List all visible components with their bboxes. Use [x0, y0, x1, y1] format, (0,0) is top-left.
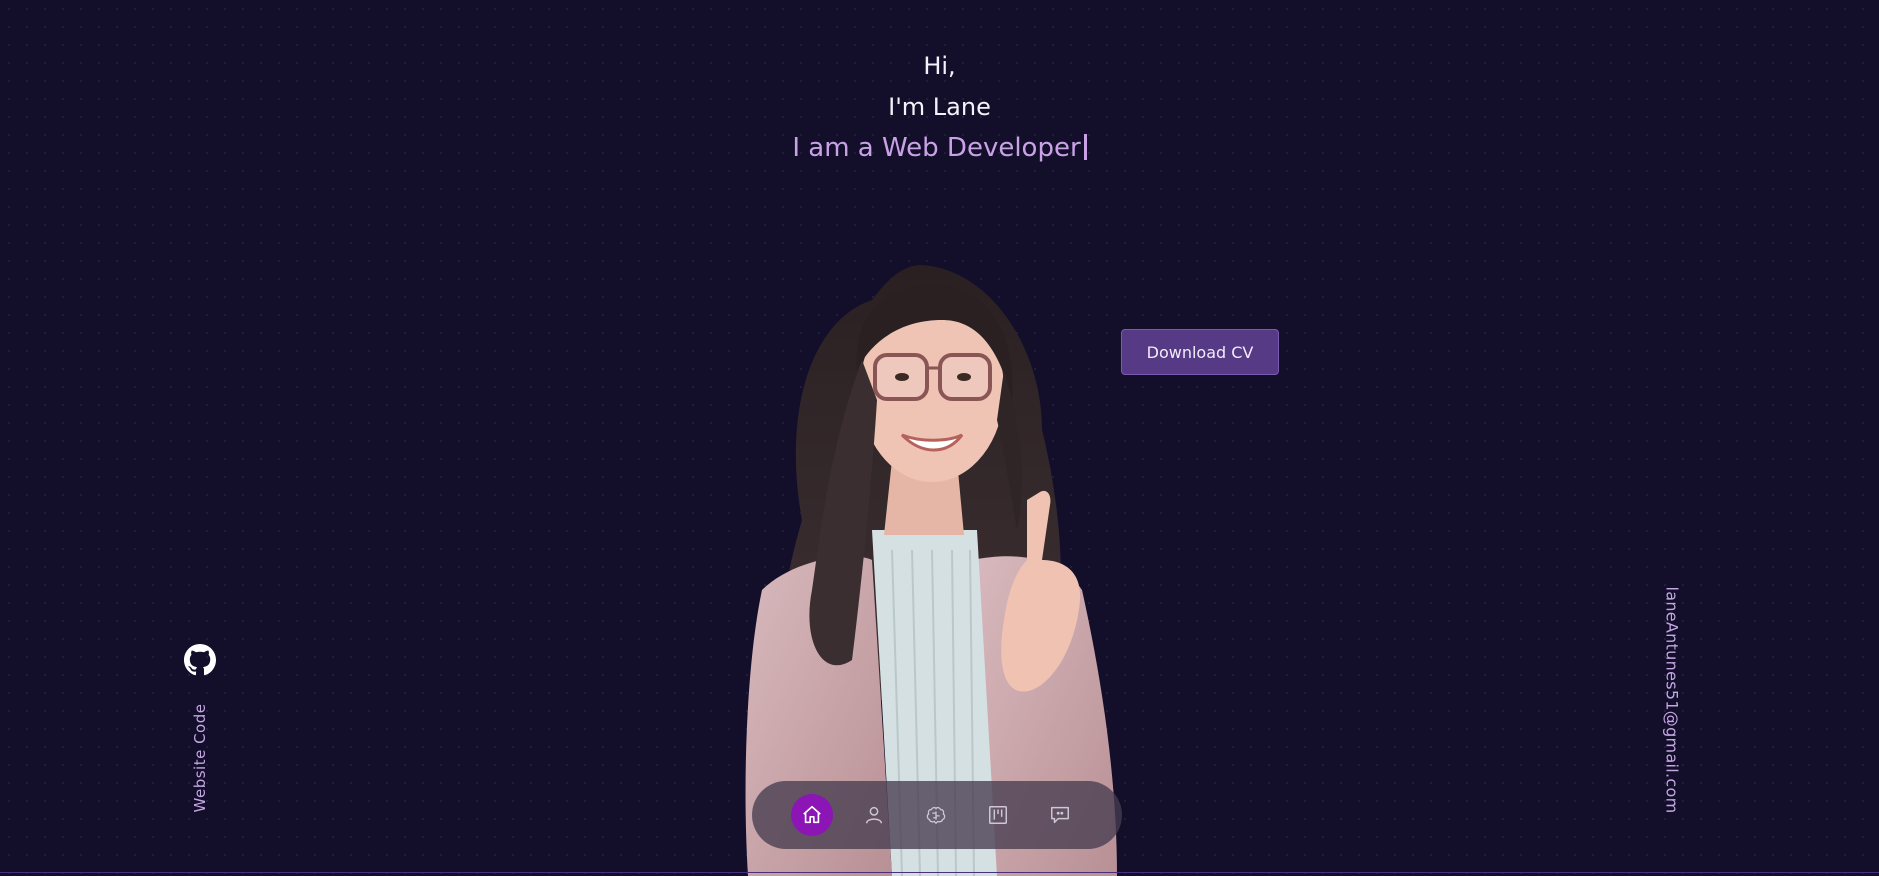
nav-about[interactable]	[853, 794, 895, 836]
website-code-link[interactable]: Website Code	[191, 704, 209, 813]
nav-contact[interactable]	[1039, 794, 1081, 836]
hero-text: Hi, I'm Lane I am a Web Developer	[0, 46, 1879, 169]
download-cv-button[interactable]: Download CV	[1121, 329, 1279, 375]
kanban-board-icon	[989, 806, 1007, 824]
brain-icon	[926, 806, 946, 825]
social-links: Website Code	[180, 640, 220, 812]
role-line: I am a Web Developer	[0, 128, 1879, 169]
typing-cursor	[1083, 134, 1087, 160]
greeting: Hi,	[923, 52, 956, 80]
nav-projects[interactable]	[977, 794, 1019, 836]
user-icon	[865, 806, 883, 824]
home-icon	[803, 805, 821, 824]
name-heading: I'm Lane	[888, 93, 991, 121]
email-link[interactable]: laneAntunes51@gmail.com	[1663, 586, 1682, 813]
github-icon[interactable]	[184, 644, 216, 676]
bottom-divider	[0, 872, 1879, 873]
role-text: I am a Web Developer	[792, 133, 1081, 163]
nav-home[interactable]	[791, 794, 833, 836]
bottom-nav	[752, 781, 1122, 849]
nav-skills[interactable]	[915, 794, 957, 836]
chat-icon	[1051, 806, 1069, 824]
